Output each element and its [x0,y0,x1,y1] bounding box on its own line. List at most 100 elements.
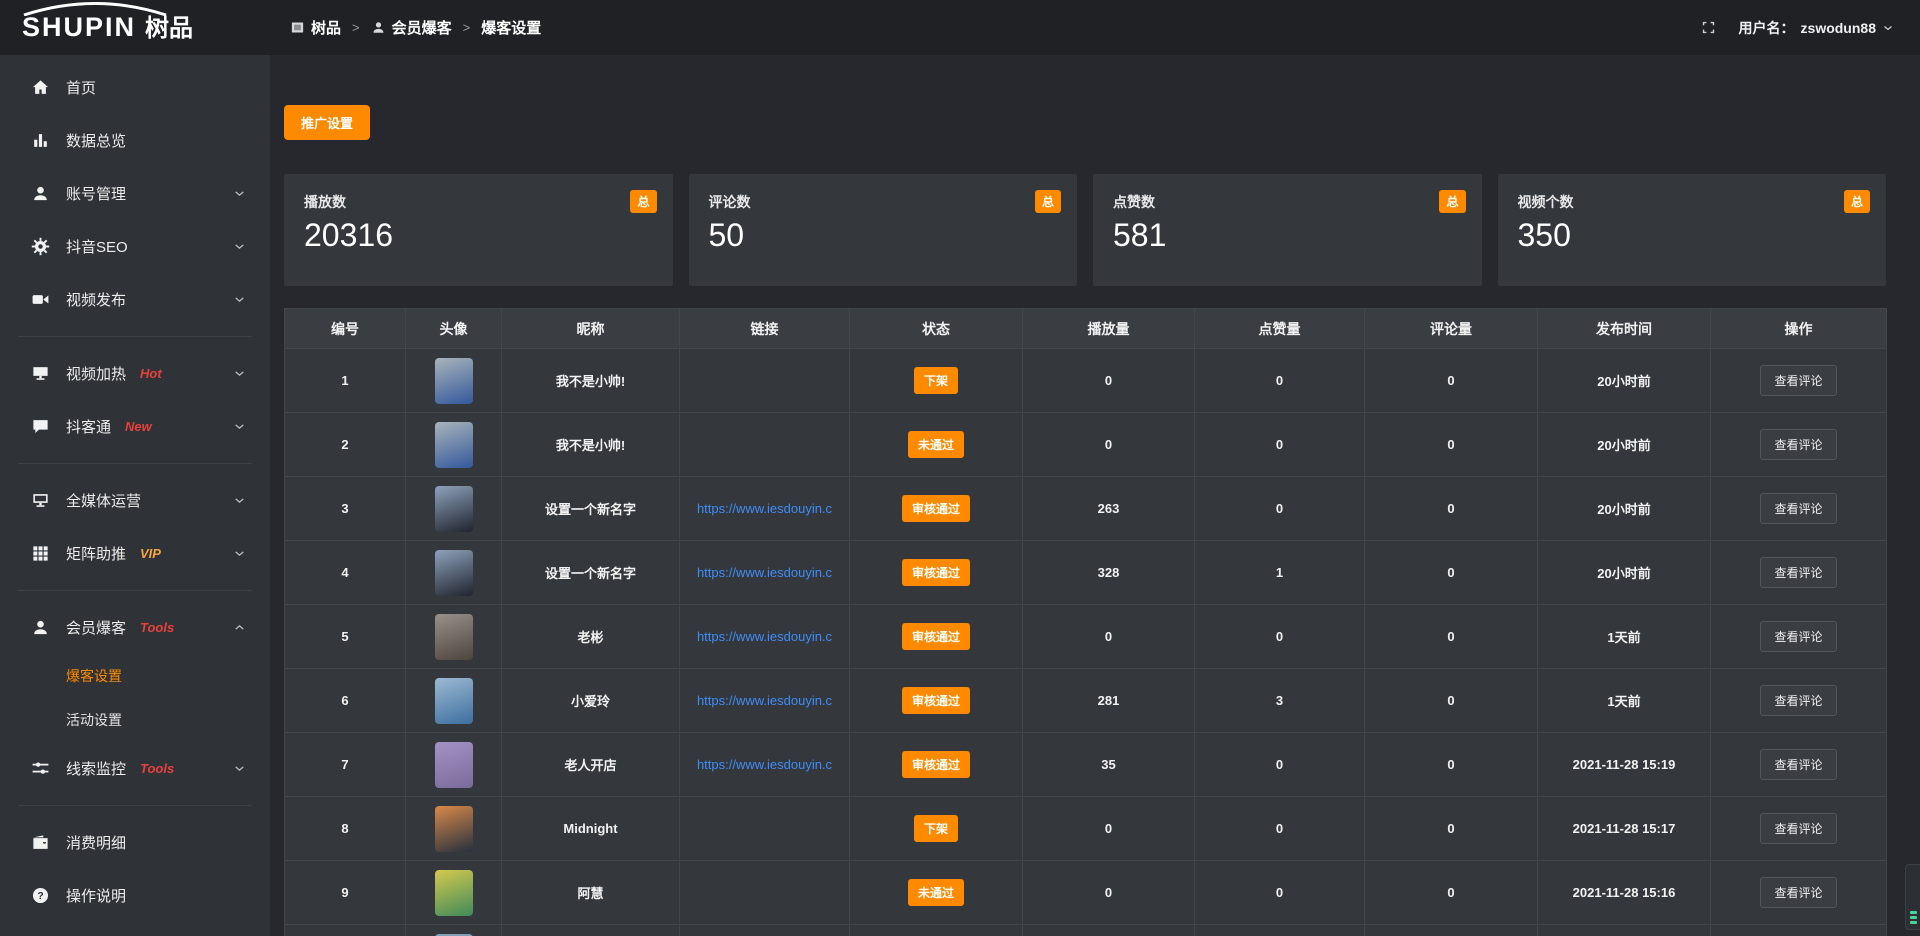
avatar [435,422,473,468]
sidebar-item-视频加热[interactable]: 视频加热Hot [0,347,270,400]
stat-card-value: 350 [1518,217,1867,254]
cell-avatar [406,733,502,797]
cell-time: 1天前 [1538,669,1711,733]
breadcrumb-item[interactable]: 会员爆客 [371,17,452,38]
stat-card: 评论数50总 [689,174,1078,286]
status-badge[interactable]: 审核通过 [902,687,970,714]
video-link[interactable]: https://www.iesdouyin.c [697,693,832,708]
member-icon [30,618,50,637]
floating-widget[interactable] [1905,864,1920,930]
total-badge: 总 [630,190,656,213]
cell-id: 8 [285,797,406,861]
view-comments-button[interactable]: 查看评论 [1760,877,1836,908]
cell-likes: 0 [1195,413,1365,477]
stat-card-value: 581 [1113,217,1462,254]
status-badge[interactable]: 审核通过 [902,623,970,650]
breadcrumb: 树品>会员爆客>爆客设置 [290,17,541,38]
username-menu[interactable]: 用户名：zswodun88 [1739,18,1894,38]
sidebar-subitem-活动设置[interactable]: 活动设置 [0,698,270,742]
promo-settings-button[interactable]: 推广设置 [284,105,370,140]
cell-link: https://www.iesdouyin.c [680,477,850,541]
table-header-row: 编号头像昵称链接状态播放量点赞量评论量发布时间操作 [285,309,1887,349]
fullscreen-icon[interactable] [1700,19,1717,36]
cell-link: https://www.iesdouyin.c [680,669,850,733]
video-link[interactable]: https://www.iesdouyin.c [697,565,832,580]
stat-card-label: 视频个数 [1518,192,1867,212]
table-row: 7老人开店https://www.iesdouyin.c审核通过35002021… [285,733,1887,797]
view-comments-button[interactable]: 查看评论 [1760,685,1836,716]
view-comments-button[interactable]: 查看评论 [1760,749,1836,780]
breadcrumb-item[interactable]: 爆客设置 [481,17,541,38]
sidebar-divider [18,590,252,591]
cell-id: 9 [285,861,406,925]
table-row: 2我不是小帅!未通过00020小时前查看评论 [285,413,1887,477]
cell-action: 查看评论 [1711,541,1887,605]
status-badge[interactable]: 未通过 [908,879,964,906]
breadcrumb-item[interactable]: 树品 [290,17,341,38]
user-icon [30,184,50,203]
sidebar-item-抖客通[interactable]: 抖客通New [0,400,270,453]
status-badge[interactable]: 审核通过 [902,751,970,778]
user-icon [371,20,386,35]
sidebar-item-数据总览[interactable]: 数据总览 [0,114,270,167]
monitor-icon [30,491,50,510]
view-comments-button[interactable]: 查看评论 [1760,557,1836,588]
total-badge: 总 [1439,190,1465,213]
sidebar-item-操作说明[interactable]: ?操作说明 [0,869,270,922]
sidebar-item-label: 抖客通 [66,416,111,437]
column-header-播放量: 播放量 [1023,309,1195,349]
status-badge[interactable]: 审核通过 [902,559,970,586]
column-header-发布时间: 发布时间 [1538,309,1711,349]
cell-time: 1天前 [1538,605,1711,669]
sidebar-item-账号管理[interactable]: 账号管理 [0,167,270,220]
view-comments-button[interactable]: 查看评论 [1760,493,1836,524]
main-content: 推广设置 播放数20316总评论数50总点赞数581总视频个数350总 编号头像… [270,55,1920,936]
chevron-down-icon [233,762,246,775]
widget-green-bar [1910,911,1917,914]
status-badge[interactable]: 下架 [914,367,958,394]
gear-icon [30,237,50,256]
table-row: 5老彬https://www.iesdouyin.c审核通过0001天前查看评论 [285,605,1887,669]
sidebar-item-label: 数据总览 [66,130,126,151]
sidebar-item-会员爆客[interactable]: 会员爆客Tools [0,601,270,654]
sidebar-item-label: 矩阵助推 [66,543,126,564]
sidebar-divider [18,805,252,806]
view-comments-button[interactable]: 查看评论 [1760,365,1836,396]
sidebar-item-label: 全媒体运营 [66,490,141,511]
cell-id: 6 [285,669,406,733]
cell-status: 下架 [850,797,1023,861]
sidebar-item-抖音SEO[interactable]: 抖音SEO [0,220,270,273]
sidebar-item-线索监控[interactable]: 线索监控Tools [0,742,270,795]
cell-comments [1365,925,1538,936]
cell-likes: 0 [1195,861,1365,925]
sidebar-item-矩阵助推[interactable]: 矩阵助推VIP [0,527,270,580]
video-link[interactable]: https://www.iesdouyin.c [697,757,832,772]
view-comments-button[interactable]: 查看评论 [1760,621,1836,652]
sidebar-item-消费明细[interactable]: 消费明细 [0,816,270,869]
avatar [435,678,473,724]
sidebar-subitem-爆客设置[interactable]: 爆客设置 [0,654,270,698]
status-badge[interactable]: 审核通过 [902,495,970,522]
status-badge[interactable]: 未通过 [908,431,964,458]
view-comments-button[interactable]: 查看评论 [1760,813,1836,844]
cell-likes: 3 [1195,669,1365,733]
sidebar-item-首页[interactable]: 首页 [0,61,270,114]
cell-id: 3 [285,477,406,541]
video-link[interactable]: https://www.iesdouyin.c [697,501,832,516]
sidebar-item-全媒体运营[interactable]: 全媒体运营 [0,474,270,527]
cell-link [680,797,850,861]
cell-status: 未通过 [850,413,1023,477]
avatar [435,870,473,916]
chevron-down-icon [233,367,246,380]
cell-comments: 0 [1365,733,1538,797]
breadcrumb-label: 会员爆客 [392,17,452,38]
sidebar-item-label: 视频加热 [66,363,126,384]
view-comments-button[interactable]: 查看评论 [1760,429,1836,460]
status-badge[interactable]: 下架 [914,815,958,842]
sidebar-item-视频发布[interactable]: 视频发布 [0,273,270,326]
stat-card: 点赞数581总 [1093,174,1482,286]
video-link[interactable]: https://www.iesdouyin.c [697,629,832,644]
cell-nickname [502,925,680,936]
cell-id [285,925,406,936]
stat-card-value: 20316 [304,217,653,254]
